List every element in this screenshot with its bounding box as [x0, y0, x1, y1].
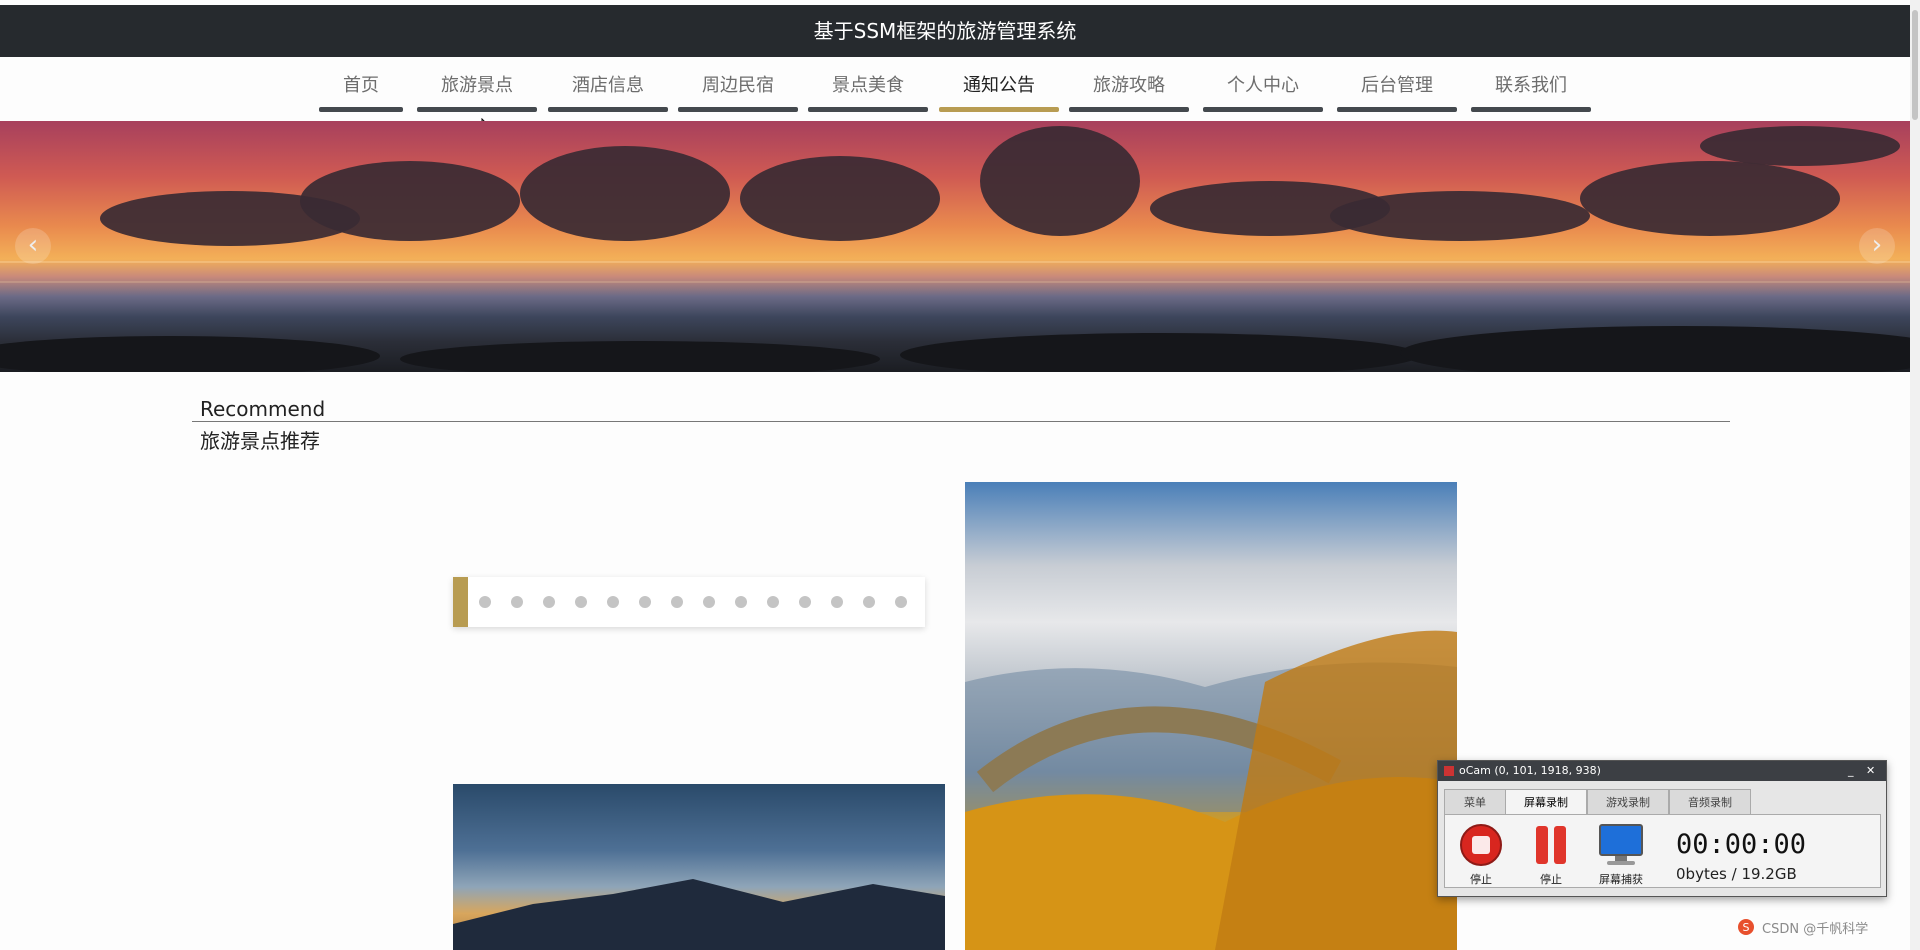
nav-item-contact[interactable]: 联系我们 [1471, 60, 1591, 112]
hero-banner [0, 121, 1910, 372]
attraction-photo-mountain[interactable] [453, 784, 945, 950]
section-divider [192, 421, 1730, 422]
carousel-dot[interactable] [863, 596, 875, 608]
nav-underline [1069, 107, 1189, 112]
ocam-recorder-window[interactable]: oCam (0, 101, 1918, 938) _ ✕ 菜单 屏幕录制 游戏录… [1437, 760, 1887, 897]
nav-underline [1471, 107, 1591, 112]
carousel-dot[interactable] [671, 596, 683, 608]
recording-timer: 00:00:00 [1676, 829, 1807, 860]
nav-label: 周边民宿 [702, 75, 774, 96]
nav-item-home[interactable]: 首页 [319, 60, 403, 112]
ocam-tab-game-record[interactable]: 游戏录制 [1587, 789, 1669, 815]
nav-label: 旅游景点 [441, 75, 513, 96]
svg-text:S: S [1743, 921, 1750, 934]
record-stop-icon [1460, 824, 1502, 866]
banner-next-button[interactable]: › [1859, 228, 1895, 264]
ocam-tab-audio-record[interactable]: 音频录制 [1669, 789, 1751, 815]
ocam-tab-screen-record[interactable]: 屏幕录制 [1505, 789, 1587, 815]
minimize-icon[interactable]: _ [1848, 761, 1854, 781]
nav-label: 旅游攻略 [1093, 75, 1165, 96]
nav-label: 景点美食 [832, 75, 904, 96]
carousel-pagination [453, 577, 925, 627]
monitor-icon [1599, 824, 1643, 865]
carousel-dot[interactable] [607, 596, 619, 608]
close-icon[interactable]: ✕ [1866, 761, 1875, 781]
input-method-icon: S [1738, 919, 1754, 935]
attraction-photo-stone-bridge[interactable] [965, 482, 1457, 950]
nav-item-admin[interactable]: 后台管理 [1337, 60, 1457, 112]
nav-item-guides[interactable]: 旅游攻略 [1069, 60, 1189, 112]
stop-label: 停止 [1470, 873, 1492, 886]
carousel-dot[interactable] [543, 596, 555, 608]
capture-label: 屏幕捕获 [1599, 873, 1643, 886]
carousel-dot[interactable] [799, 596, 811, 608]
nav-underline [417, 107, 537, 112]
ocam-tab-menu[interactable]: 菜单 [1444, 789, 1506, 815]
ocam-pause-button[interactable]: 停止 [1527, 823, 1581, 887]
recording-size: 0bytes / 19.2GB [1676, 865, 1797, 883]
site-title: 基于SSM框架的旅游管理系统 [813, 19, 1077, 43]
pause-icon [1536, 826, 1566, 864]
nav-label: 个人中心 [1227, 75, 1299, 96]
carousel-dot[interactable] [895, 596, 907, 608]
banner-prev-button[interactable]: ‹ [15, 228, 51, 264]
nav-underline [319, 107, 403, 112]
nav-item-food[interactable]: 景点美食 [808, 60, 928, 112]
ocam-stop-button[interactable]: 停止 [1457, 823, 1511, 887]
section-title-cn: 旅游景点推荐 [200, 429, 320, 453]
nav-underline [1337, 107, 1457, 112]
carousel-dot[interactable] [831, 596, 843, 608]
csdn-watermark: CSDN @千帆科学 [1762, 922, 1869, 937]
nav-item-personal-center[interactable]: 个人中心 [1203, 60, 1323, 112]
nav-label: 后台管理 [1361, 75, 1433, 96]
nav-underline [548, 107, 668, 112]
scrollbar-track[interactable] [1910, 0, 1920, 950]
section-title-en: Recommend [200, 397, 326, 421]
pause-label: 停止 [1540, 873, 1562, 886]
nav-label: 首页 [343, 75, 379, 96]
ocam-title: oCam (0, 101, 1918, 938) [1459, 764, 1601, 777]
nav-item-hotels[interactable]: 酒店信息 [548, 60, 668, 112]
ocam-panel: 停止 停止 屏幕捕获 00:00:00 0bytes / 19.2GB [1444, 814, 1881, 888]
carousel-dot[interactable] [735, 596, 747, 608]
nav-label: 联系我们 [1495, 75, 1567, 96]
ocam-capture-button[interactable]: 屏幕捕获 [1597, 823, 1651, 887]
ocam-titlebar[interactable]: oCam (0, 101, 1918, 938) _ ✕ [1438, 761, 1886, 781]
ocam-app-icon [1444, 766, 1454, 776]
nav-item-notices[interactable]: 通知公告 [939, 60, 1059, 112]
scrollbar-thumb[interactable] [1912, 10, 1918, 120]
nav-underline [808, 107, 928, 112]
carousel-dot[interactable] [511, 596, 523, 608]
nav-underline [678, 107, 798, 112]
nav-item-attractions[interactable]: 旅游景点 [417, 60, 537, 112]
carousel-dot[interactable] [767, 596, 779, 608]
nav-underline [1203, 107, 1323, 112]
nav-underline-active [939, 107, 1059, 112]
carousel-dot[interactable] [639, 596, 651, 608]
carousel-dot[interactable] [703, 596, 715, 608]
carousel-dot[interactable] [575, 596, 587, 608]
nav-item-homestays[interactable]: 周边民宿 [678, 60, 798, 112]
carousel-dot[interactable] [479, 596, 491, 608]
nav-label: 酒店信息 [572, 75, 644, 96]
pagination-accent [453, 577, 468, 627]
nav-label: 通知公告 [963, 75, 1035, 96]
